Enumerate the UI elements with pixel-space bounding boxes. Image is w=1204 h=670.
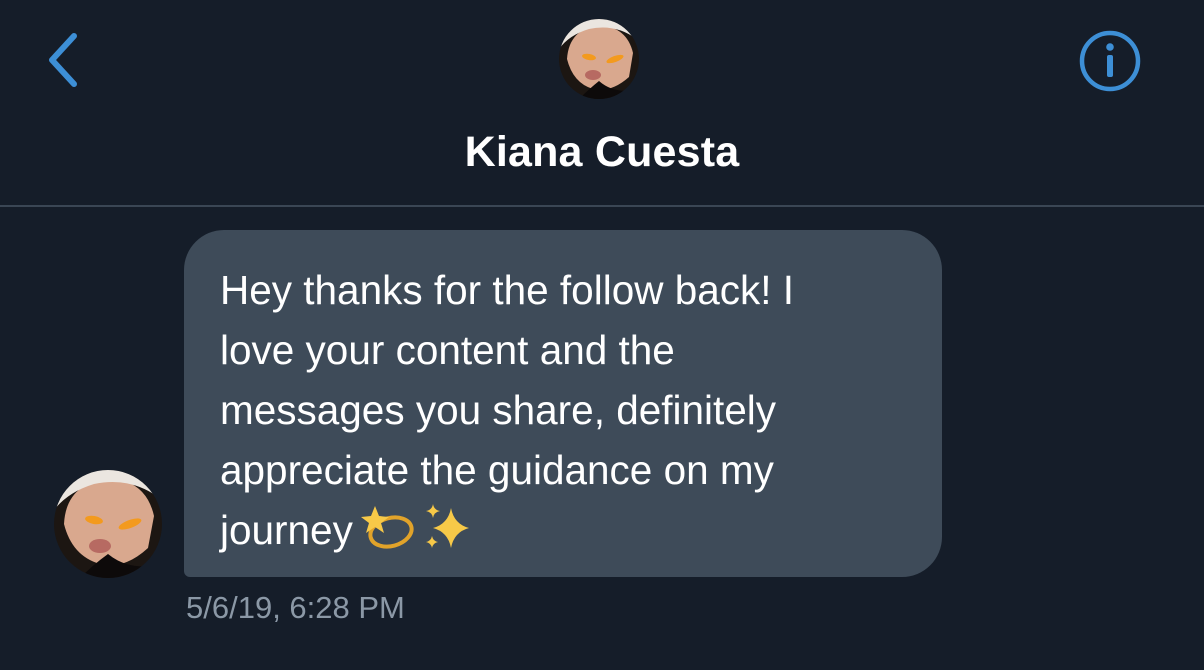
- message-line: messages you share, definitely: [220, 387, 777, 433]
- message-line: appreciate the guidance on my: [220, 447, 774, 493]
- info-button[interactable]: [1077, 28, 1143, 94]
- info-circle-icon: [1079, 30, 1141, 92]
- message-text: Hey thanks for the follow back! I love y…: [220, 260, 912, 568]
- contact-avatar[interactable]: [559, 19, 639, 99]
- header-divider: [0, 205, 1204, 207]
- message-timestamp: 5/6/19, 6:28 PM: [186, 590, 405, 625]
- chevron-left-icon: [49, 33, 77, 87]
- dizzy-star-emoji-icon: [360, 502, 415, 568]
- message-line: journey: [220, 507, 353, 553]
- sparkles-emoji-icon: [423, 502, 475, 568]
- back-button[interactable]: [36, 28, 92, 92]
- sender-avatar[interactable]: [54, 470, 162, 578]
- conversation-header: Kiana Cuesta: [0, 0, 1204, 206]
- message-bubble[interactable]: Hey thanks for the follow back! I love y…: [184, 230, 942, 577]
- dm-conversation-screen: Kiana Cuesta Hey thanks for the follow b…: [0, 0, 1204, 670]
- message-line: Hey thanks for the follow back! I: [220, 267, 795, 313]
- contact-name: Kiana Cuesta: [464, 128, 740, 176]
- message-line: love your content and the: [220, 327, 675, 373]
